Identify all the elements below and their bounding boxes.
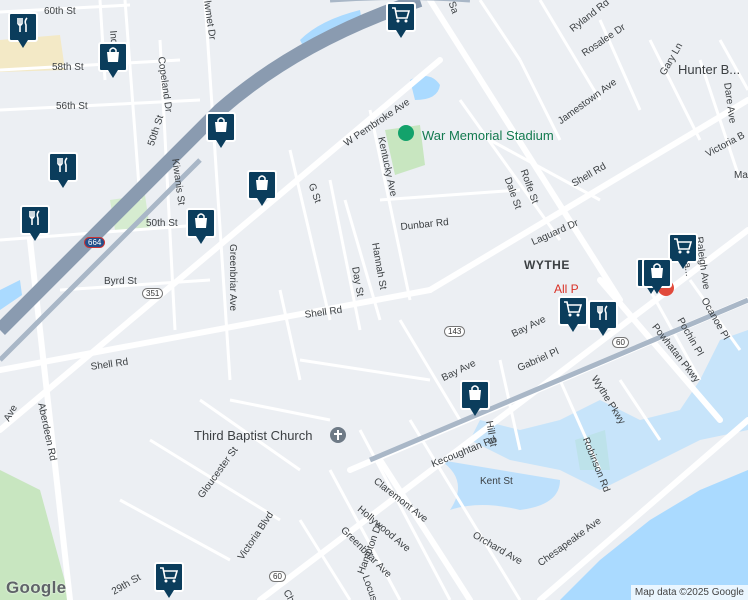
map-pin-shopping-bag[interactable] (98, 42, 128, 82)
street-label: Byrd St (104, 276, 137, 287)
shopping-bag-icon (648, 262, 666, 285)
shopping-bag-icon (104, 46, 122, 69)
google-logo: Google (6, 578, 67, 597)
street-label: 58th St (52, 62, 84, 73)
restaurant-icon (26, 209, 44, 232)
map-pin-restaurant[interactable] (8, 12, 38, 52)
shopping-cart-icon (563, 300, 583, 323)
map-pin-shopping-cart[interactable] (154, 562, 184, 600)
restaurant-icon (594, 304, 612, 327)
shopping-bag-icon (253, 174, 271, 197)
map-pin-restaurant[interactable] (20, 205, 50, 245)
main-roads (0, 0, 748, 600)
stadium-icon[interactable] (398, 125, 414, 141)
restaurant-icon (54, 156, 72, 179)
route-351-shield: 351 (142, 288, 164, 299)
restaurant-icon (14, 16, 32, 39)
shopping-bag-icon (466, 384, 484, 407)
stadium-label[interactable]: War Memorial Stadium (422, 128, 554, 143)
shopping-bag-icon (212, 116, 230, 139)
street-label: 50th St (146, 218, 178, 229)
map-pin-shopping-bag[interactable] (186, 208, 216, 248)
street-label: Kent St (480, 476, 513, 487)
street-label: Greenbriar Ave (227, 244, 238, 312)
route-143-shield: 143 (444, 326, 466, 337)
map-pin-shopping-bag[interactable] (642, 258, 672, 298)
us60-shield: 60 (269, 571, 286, 582)
map-pin-shopping-bag[interactable] (247, 170, 277, 210)
street-label: 60th St (44, 6, 76, 17)
map-attribution[interactable]: Map data ©2025 Google (630, 585, 748, 600)
map-pin-shopping-bag[interactable] (206, 112, 236, 152)
map-pin-shopping-cart[interactable] (558, 296, 588, 336)
neighborhood-label: WYTHE (524, 258, 570, 272)
map-pin-shopping-bag[interactable] (460, 380, 490, 420)
map-pin-restaurant[interactable] (588, 300, 618, 340)
map-pin-restaurant[interactable] (48, 152, 78, 192)
street-label: Ma (734, 170, 748, 181)
shopping-cart-icon (673, 237, 693, 260)
map-pin-shopping-cart[interactable] (668, 233, 698, 273)
neighborhood-label: Hunter B... (678, 62, 741, 77)
shopping-bag-icon (192, 212, 210, 235)
shopping-cart-icon (391, 6, 411, 29)
church-label[interactable]: Third Baptist Church (194, 428, 313, 443)
street-label: 56th St (56, 101, 88, 112)
shopping-cart-icon (159, 566, 179, 589)
i664-shield: 664 (84, 237, 106, 248)
map-base-layer (0, 0, 748, 600)
map-pin-shopping-cart[interactable] (386, 2, 416, 42)
church-icon[interactable] (330, 427, 346, 443)
map-canvas[interactable]: 664 351 143 60 60 60th St 58th St 56th S… (0, 0, 748, 600)
place-label[interactable]: All P (554, 282, 579, 296)
